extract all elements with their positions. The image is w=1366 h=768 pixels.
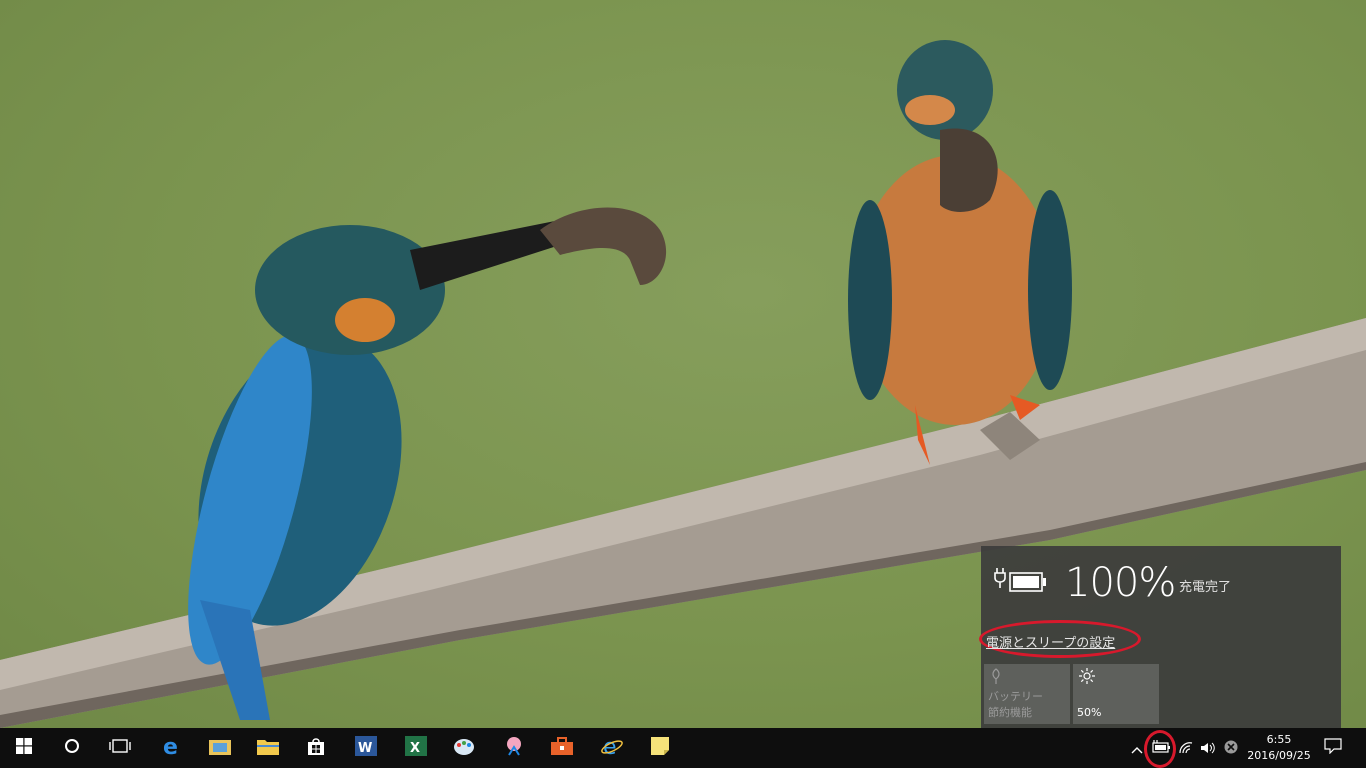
svg-text:W: W xyxy=(358,741,372,756)
start-button[interactable] xyxy=(0,728,48,768)
power-sleep-settings-link[interactable]: 電源とスリープの設定 xyxy=(986,632,1115,651)
edge-icon: e xyxy=(161,735,183,761)
cortana-icon xyxy=(64,738,80,758)
paint-button[interactable] xyxy=(440,728,488,768)
speaker-icon xyxy=(1200,739,1216,758)
clock-date: 2016/09/25 xyxy=(1247,749,1311,762)
store-icon xyxy=(306,736,326,760)
clock-time: 6:55 xyxy=(1266,733,1292,746)
action-center-button[interactable] xyxy=(1318,728,1348,768)
word-icon: W xyxy=(355,736,377,760)
status-tray-button[interactable] xyxy=(1220,728,1242,768)
internet-explorer-button[interactable]: e xyxy=(588,728,636,768)
internet-explorer-icon: e xyxy=(600,735,624,761)
app-button[interactable] xyxy=(490,728,538,768)
battery-saver-label-line1: バッテリー xyxy=(988,690,1043,703)
battery-saver-tile[interactable]: バッテリー 節約機能 xyxy=(984,664,1070,724)
excel-icon: X xyxy=(405,736,427,760)
battery-saver-icon xyxy=(990,668,1002,689)
battery-flyout: 100% 充電完了 電源とスリープの設定 バッテリー 節約機能 50% xyxy=(979,546,1341,728)
red-highlight-ellipse xyxy=(1144,730,1176,768)
svg-text:e: e xyxy=(163,735,178,757)
taskbar: e W X e 6:55 2016/09/25 xyxy=(0,728,1366,768)
plug-icon xyxy=(993,568,1007,592)
clock[interactable]: 6:55 2016/09/25 xyxy=(1244,732,1314,764)
wifi-icon xyxy=(1179,739,1193,758)
folder-icon xyxy=(257,737,279,759)
word-button[interactable]: W xyxy=(342,728,390,768)
task-view-button[interactable] xyxy=(96,728,144,768)
app-icon xyxy=(503,735,525,761)
file-explorer-button[interactable] xyxy=(244,728,292,768)
battery-full-icon xyxy=(1009,572,1047,596)
battery-saver-label-line2: 節約機能 xyxy=(988,706,1032,719)
close-circle-icon xyxy=(1224,739,1238,758)
toolbox-button[interactable] xyxy=(538,728,586,768)
store-button[interactable] xyxy=(292,728,340,768)
volume-tray-button[interactable] xyxy=(1198,728,1218,768)
windows-logo-icon xyxy=(16,738,32,758)
chevron-up-icon xyxy=(1131,739,1143,758)
cortana-button[interactable] xyxy=(48,728,96,768)
sticky-notes-icon xyxy=(651,737,669,759)
sticky-notes-button[interactable] xyxy=(636,728,684,768)
network-tray-button[interactable] xyxy=(1176,728,1196,768)
brightness-tile[interactable]: 50% xyxy=(1073,664,1159,724)
explorer-photo-icon xyxy=(209,737,231,759)
toolbox-icon xyxy=(551,737,573,759)
battery-status-text: 充電完了 xyxy=(1179,580,1232,595)
photos-explorer-button[interactable] xyxy=(196,728,244,768)
battery-percentage: 100% xyxy=(1065,560,1176,606)
edge-button[interactable]: e xyxy=(148,728,196,768)
excel-button[interactable]: X xyxy=(392,728,440,768)
notification-icon xyxy=(1324,738,1342,758)
paint-palette-icon xyxy=(453,736,475,760)
brightness-icon xyxy=(1079,668,1095,689)
task-view-icon xyxy=(109,738,131,758)
svg-text:X: X xyxy=(410,741,420,756)
brightness-level: 50% xyxy=(1077,706,1102,719)
